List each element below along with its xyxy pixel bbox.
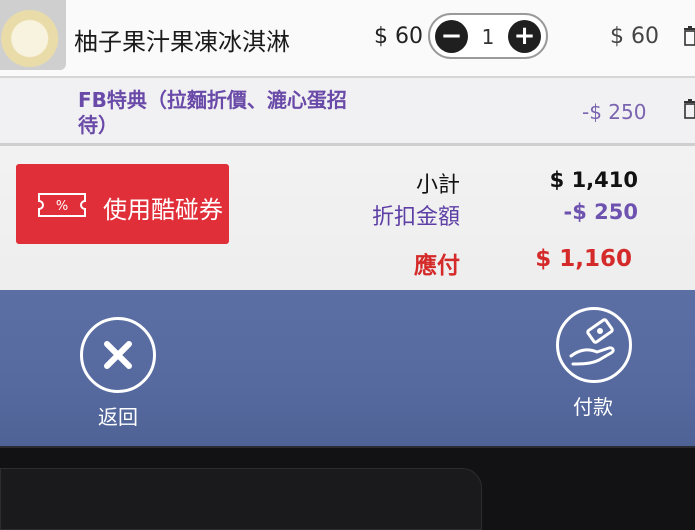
hand-cash-icon xyxy=(556,307,632,383)
use-coupon-button[interactable]: % 使用酷碰券 xyxy=(16,164,229,244)
discount-item-name: FB特典（拉麵折價、漉心蛋招待） xyxy=(78,88,347,137)
coupon-button-label: 使用酷碰券 xyxy=(103,196,223,224)
item-line-total: $ 60 xyxy=(610,24,659,49)
coupon-ticket-icon: % xyxy=(38,193,86,217)
discount-value: -$ 250 xyxy=(563,200,638,224)
svg-text:%: % xyxy=(56,199,68,214)
pay-button[interactable]: 付款 xyxy=(556,307,632,420)
amount-due-label: 應付 xyxy=(414,253,460,279)
item-unit-price: $ 60 xyxy=(374,24,423,49)
pay-button-label: 付款 xyxy=(573,395,613,419)
subtotal-label: 小計 xyxy=(415,173,460,198)
plus-icon: + xyxy=(513,21,536,51)
close-icon xyxy=(80,317,156,393)
back-button-label: 返回 xyxy=(98,405,138,429)
discount-item-amount: -$ 250 xyxy=(582,100,647,124)
trash-icon[interactable] xyxy=(683,99,695,119)
item-name: 柚子果汁果凍冰淇淋 xyxy=(74,28,290,56)
back-button[interactable]: 返回 xyxy=(78,317,158,430)
item-thumbnail xyxy=(0,0,66,70)
screen-bezel-edge xyxy=(0,446,695,448)
increase-quantity-button[interactable]: + xyxy=(508,20,541,53)
subtotal-value: $ 1,410 xyxy=(549,168,638,192)
amount-due-value: $ 1,160 xyxy=(535,246,632,272)
cart-item-row: 柚子果汁果凍冰淇淋 $ 60 − 1 + $ 60 xyxy=(0,0,695,78)
discount-label: 折扣金額 xyxy=(371,205,460,230)
checkout-screen: 柚子果汁果凍冰淇淋 $ 60 − 1 + $ 60 FB特典（拉麵折價、漉心蛋招… xyxy=(0,0,695,448)
quantity-stepper[interactable]: − 1 + xyxy=(428,13,548,59)
trash-icon[interactable] xyxy=(683,26,695,46)
